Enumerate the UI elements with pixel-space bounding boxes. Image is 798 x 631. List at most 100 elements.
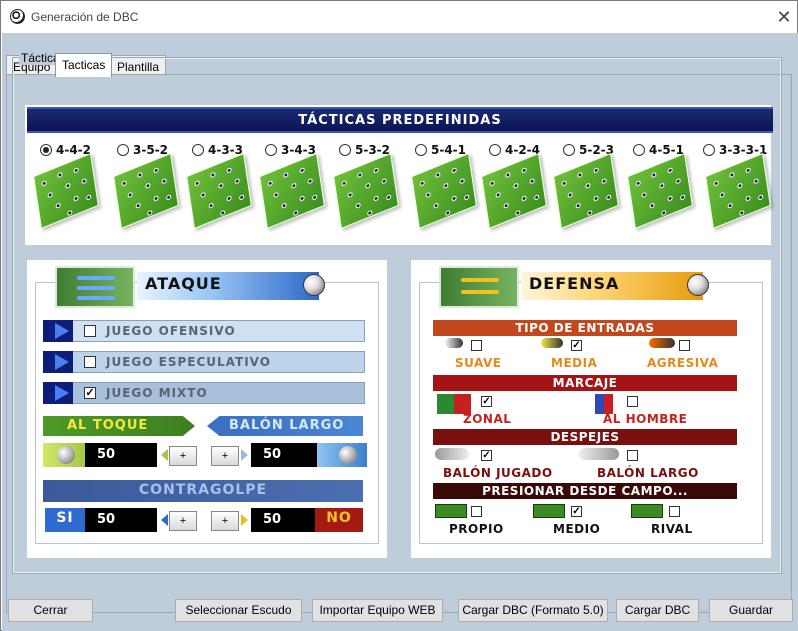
- formation-option[interactable]: 3-5-2: [117, 143, 168, 157]
- player-dot: [729, 171, 735, 179]
- seleccionar-escudo-button[interactable]: Seleccionar Escudo: [175, 599, 302, 622]
- importar-equipo-web-button[interactable]: Importar Equipo WEB: [312, 599, 443, 622]
- arrow-right-icon: [43, 320, 73, 342]
- player-dot: [373, 195, 379, 202]
- balon-largo-label: BALÓN LARGO: [597, 466, 699, 480]
- formation-radio[interactable]: [192, 144, 204, 156]
- player-dot: [226, 195, 232, 202]
- ataque-option-mixto[interactable]: ✓ JUEGO MIXTO: [43, 382, 365, 404]
- checkbox-balon-largo[interactable]: [627, 450, 638, 461]
- player-dot: [355, 202, 361, 210]
- formation-radio[interactable]: [265, 144, 277, 156]
- cargar-dbc-50-button[interactable]: Cargar DBC (Formato 5.0): [458, 599, 608, 622]
- player-dot: [533, 193, 540, 201]
- player-dot: [366, 209, 373, 217]
- player-dot: [307, 177, 313, 185]
- formation-pitch-image[interactable]: [113, 152, 179, 230]
- player-dot: [675, 177, 681, 185]
- player-dot: [55, 202, 61, 210]
- checkbox-juego-ofensivo[interactable]: [84, 325, 96, 337]
- checkbox-balon-jugado[interactable]: ✓: [481, 450, 492, 461]
- field-zone-icon: [533, 504, 565, 518]
- formation-option[interactable]: 4-3-3: [192, 143, 243, 157]
- balon-largo-plus-button[interactable]: +: [211, 446, 239, 466]
- formation-pitch-image[interactable]: [186, 152, 252, 230]
- formation-option[interactable]: 3-4-3: [265, 143, 316, 157]
- field-zone-icon: [631, 504, 663, 518]
- player-dot: [357, 171, 363, 179]
- juego-ofensivo-label: JUEGO OFENSIVO: [106, 324, 236, 338]
- tab-tacticas[interactable]: Tacticas: [55, 53, 113, 77]
- formation-pitch-image[interactable]: [705, 152, 771, 230]
- checkbox-medio[interactable]: ✓: [571, 506, 582, 517]
- triangle-left-icon: [161, 514, 168, 526]
- formation-radio[interactable]: [339, 144, 351, 156]
- player-icon: [437, 394, 471, 414]
- cargar-dbc-button[interactable]: Cargar DBC: [616, 599, 699, 622]
- checkbox-juego-especulativo[interactable]: [84, 356, 96, 368]
- checkbox-suave[interactable]: [471, 340, 482, 351]
- formation-radio[interactable]: [415, 144, 427, 156]
- ataque-panel: ATAQUE JUEGO OFENSIVO JUEGO ESPECULATIVO…: [27, 260, 387, 558]
- player-dot: [208, 202, 214, 210]
- checkbox-propio[interactable]: [471, 506, 482, 517]
- formation-radio[interactable]: [117, 144, 129, 156]
- contragolpe-si-plus-button[interactable]: +: [169, 511, 197, 531]
- tacticas-predefinidas-header: TÁCTICAS PREDEFINIDAS: [27, 107, 773, 133]
- formation-option[interactable]: 5-3-2: [339, 143, 390, 157]
- ball-motion-icon: [579, 448, 619, 460]
- formation-pitch-image[interactable]: [627, 152, 693, 230]
- close-icon[interactable]: ✕: [773, 6, 795, 28]
- formation-pitch-image[interactable]: [259, 152, 325, 230]
- formation-radio[interactable]: [703, 144, 715, 156]
- formation-option[interactable]: 4-5-1: [633, 143, 684, 157]
- formation-pitch-image[interactable]: [411, 152, 477, 230]
- player-dot: [459, 177, 465, 185]
- player-dot: [649, 202, 655, 210]
- checkbox-zonal[interactable]: ✓: [481, 396, 492, 407]
- player-dot: [194, 179, 201, 187]
- formation-radio[interactable]: [40, 144, 52, 156]
- player-dot: [577, 171, 583, 179]
- player-dot: [641, 191, 647, 199]
- ataque-title: ATAQUE: [145, 274, 222, 293]
- checkbox-media[interactable]: ✓: [571, 340, 582, 351]
- al-toque-value: 50: [85, 443, 157, 467]
- player-dot: [161, 177, 167, 185]
- formation-pitch-image[interactable]: [33, 152, 99, 230]
- cerrar-button[interactable]: Cerrar: [8, 599, 93, 622]
- player-dot: [238, 193, 245, 201]
- player-dot: [443, 182, 449, 190]
- checkbox-juego-mixto[interactable]: ✓: [84, 387, 96, 399]
- checkbox-agresiva[interactable]: [679, 340, 690, 351]
- contragolpe-no-plus-button[interactable]: +: [211, 511, 239, 531]
- player-dot: [47, 191, 53, 199]
- player-dot: [200, 191, 206, 199]
- player-dot: [444, 209, 451, 217]
- formation-radio[interactable]: [563, 144, 575, 156]
- contragolpe-si-value: 50: [85, 508, 157, 532]
- ataque-option-ofensivo[interactable]: JUEGO OFENSIVO: [43, 320, 365, 342]
- balon-jugado-label: BALÓN JUGADO: [443, 466, 553, 480]
- guardar-button[interactable]: Guardar: [709, 599, 793, 622]
- balon-largo-value: 50: [251, 443, 323, 467]
- tacticas-predefinidas-title: TÁCTICAS PREDEFINIDAS: [298, 113, 502, 128]
- ataque-option-especulativo[interactable]: JUEGO ESPECULATIVO: [43, 351, 365, 373]
- player-dot: [210, 171, 216, 179]
- al-hombre-label: AL HOMBRE: [603, 412, 688, 426]
- propio-label: PROPIO: [449, 522, 504, 536]
- formation-option[interactable]: 5-4-1: [415, 143, 466, 157]
- player-dot: [561, 179, 568, 187]
- player-dot: [753, 177, 759, 185]
- suave-label: SUAVE: [455, 356, 502, 370]
- checkbox-rival[interactable]: [669, 506, 680, 517]
- formation-radio[interactable]: [489, 144, 501, 156]
- player-dot: [385, 193, 392, 201]
- player-dot: [575, 202, 581, 210]
- formation-pitch-image[interactable]: [481, 152, 547, 230]
- checkbox-al-hombre[interactable]: [627, 396, 638, 407]
- formation-radio[interactable]: [633, 144, 645, 156]
- formation-pitch-image[interactable]: [333, 152, 399, 230]
- formation-pitch-image[interactable]: [553, 152, 619, 230]
- al-toque-plus-button[interactable]: +: [169, 446, 197, 466]
